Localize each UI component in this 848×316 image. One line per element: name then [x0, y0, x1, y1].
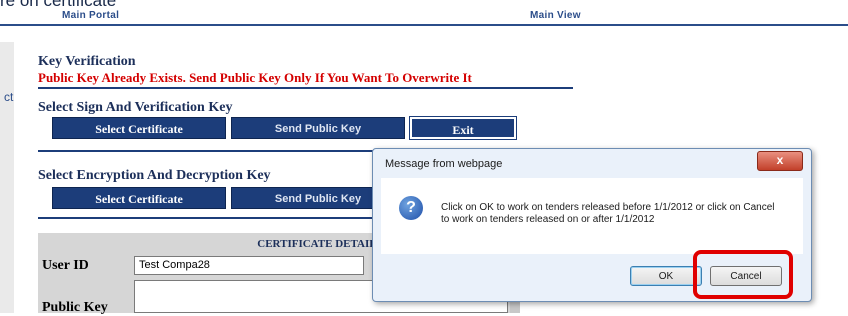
main-view-link[interactable]: Main View	[530, 10, 581, 21]
main-portal-link[interactable]: Main Portal	[62, 10, 119, 21]
user-id-label: User ID	[42, 258, 89, 273]
left-sidebar-strip: ct	[0, 42, 14, 313]
section-divider	[38, 87, 573, 89]
exit-button[interactable]: Exit	[409, 116, 517, 140]
encryption-decryption-title: Select Encryption And Decryption Key	[38, 168, 271, 183]
dialog-message-area: ? Click on OK to work on tenders release…	[381, 178, 803, 254]
user-id-field[interactable]: Test Compa28	[134, 256, 364, 275]
public-key-label: Public Key	[42, 300, 108, 315]
sign-send-public-key-button[interactable]: Send Public Key	[231, 117, 405, 139]
close-icon[interactable]: x	[757, 151, 803, 171]
section-divider	[38, 150, 373, 152]
top-nav-divider	[0, 24, 848, 26]
cancel-highlight-box	[693, 250, 793, 299]
top-nav-bar: re on certificate Main Portal Main View	[0, 0, 848, 26]
dialog-title: Message from webpage	[385, 158, 503, 170]
sign-select-certificate-button[interactable]: Select Certificate	[52, 117, 226, 139]
dialog-message-text: Click on OK to work on tenders released …	[441, 202, 775, 225]
section-divider	[38, 217, 373, 219]
sign-verification-title: Select Sign And Verification Key	[38, 100, 233, 115]
public-key-exists-warning: Public Key Already Exists. Send Public K…	[38, 70, 472, 85]
key-verification-title: Key Verification	[38, 54, 136, 69]
encryption-select-certificate-button[interactable]: Select Certificate	[52, 187, 226, 209]
question-icon: ?	[399, 196, 423, 220]
sidebar-clipped-text[interactable]: ct	[4, 90, 13, 104]
ok-button[interactable]: OK	[630, 266, 702, 286]
